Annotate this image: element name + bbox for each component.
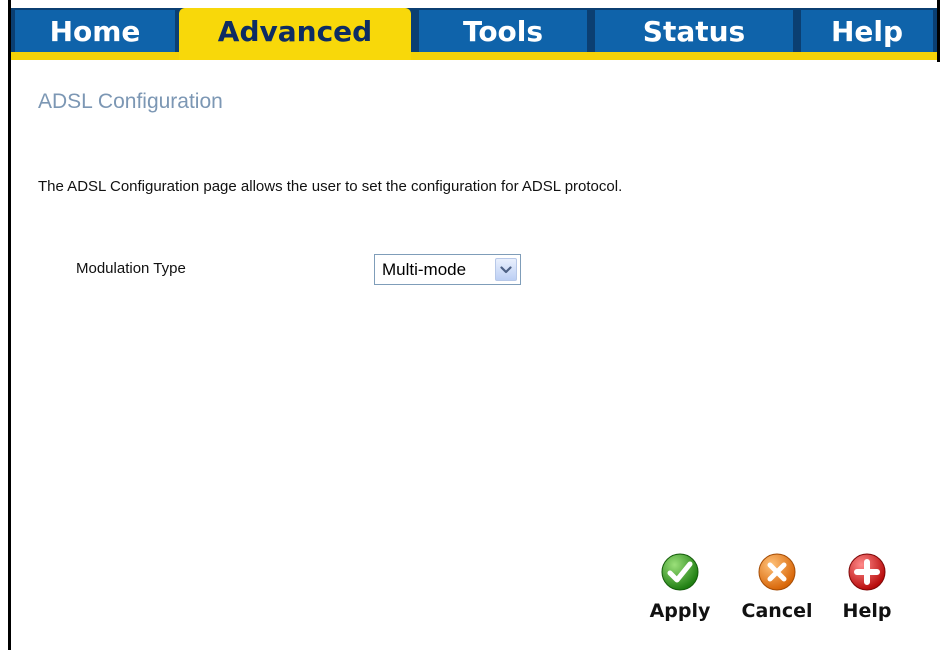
modulation-type-label: Modulation Type xyxy=(76,260,186,277)
tab-status[interactable]: Status xyxy=(595,10,793,52)
modulation-type-select[interactable]: Multi-mode xyxy=(374,254,521,285)
top-navigation: Home Advanced Tools Status Help xyxy=(11,0,937,62)
frame-right-border xyxy=(937,0,940,62)
cancel-button[interactable]: Cancel xyxy=(742,552,812,622)
cancel-label: Cancel xyxy=(741,600,813,622)
page-description: The ADSL Configuration page allows the u… xyxy=(38,178,623,195)
tab-help[interactable]: Help xyxy=(801,10,933,52)
tab-home[interactable]: Home xyxy=(15,10,175,52)
checkmark-icon xyxy=(661,553,699,591)
tab-tools[interactable]: Tools xyxy=(419,10,587,52)
help-label: Help xyxy=(842,600,892,622)
frame-left-border xyxy=(8,0,11,650)
modulation-type-value: Multi-mode xyxy=(382,259,467,279)
plus-help-icon xyxy=(848,553,886,591)
apply-button[interactable]: Apply xyxy=(645,552,715,622)
chevron-down-icon[interactable] xyxy=(495,258,517,281)
page-title: ADSL Configuration xyxy=(38,90,223,113)
cancel-x-icon xyxy=(758,553,796,591)
help-button[interactable]: Help xyxy=(832,552,902,622)
apply-label: Apply xyxy=(649,600,711,622)
nav-underline xyxy=(11,52,937,60)
tab-advanced[interactable]: Advanced xyxy=(179,8,411,60)
